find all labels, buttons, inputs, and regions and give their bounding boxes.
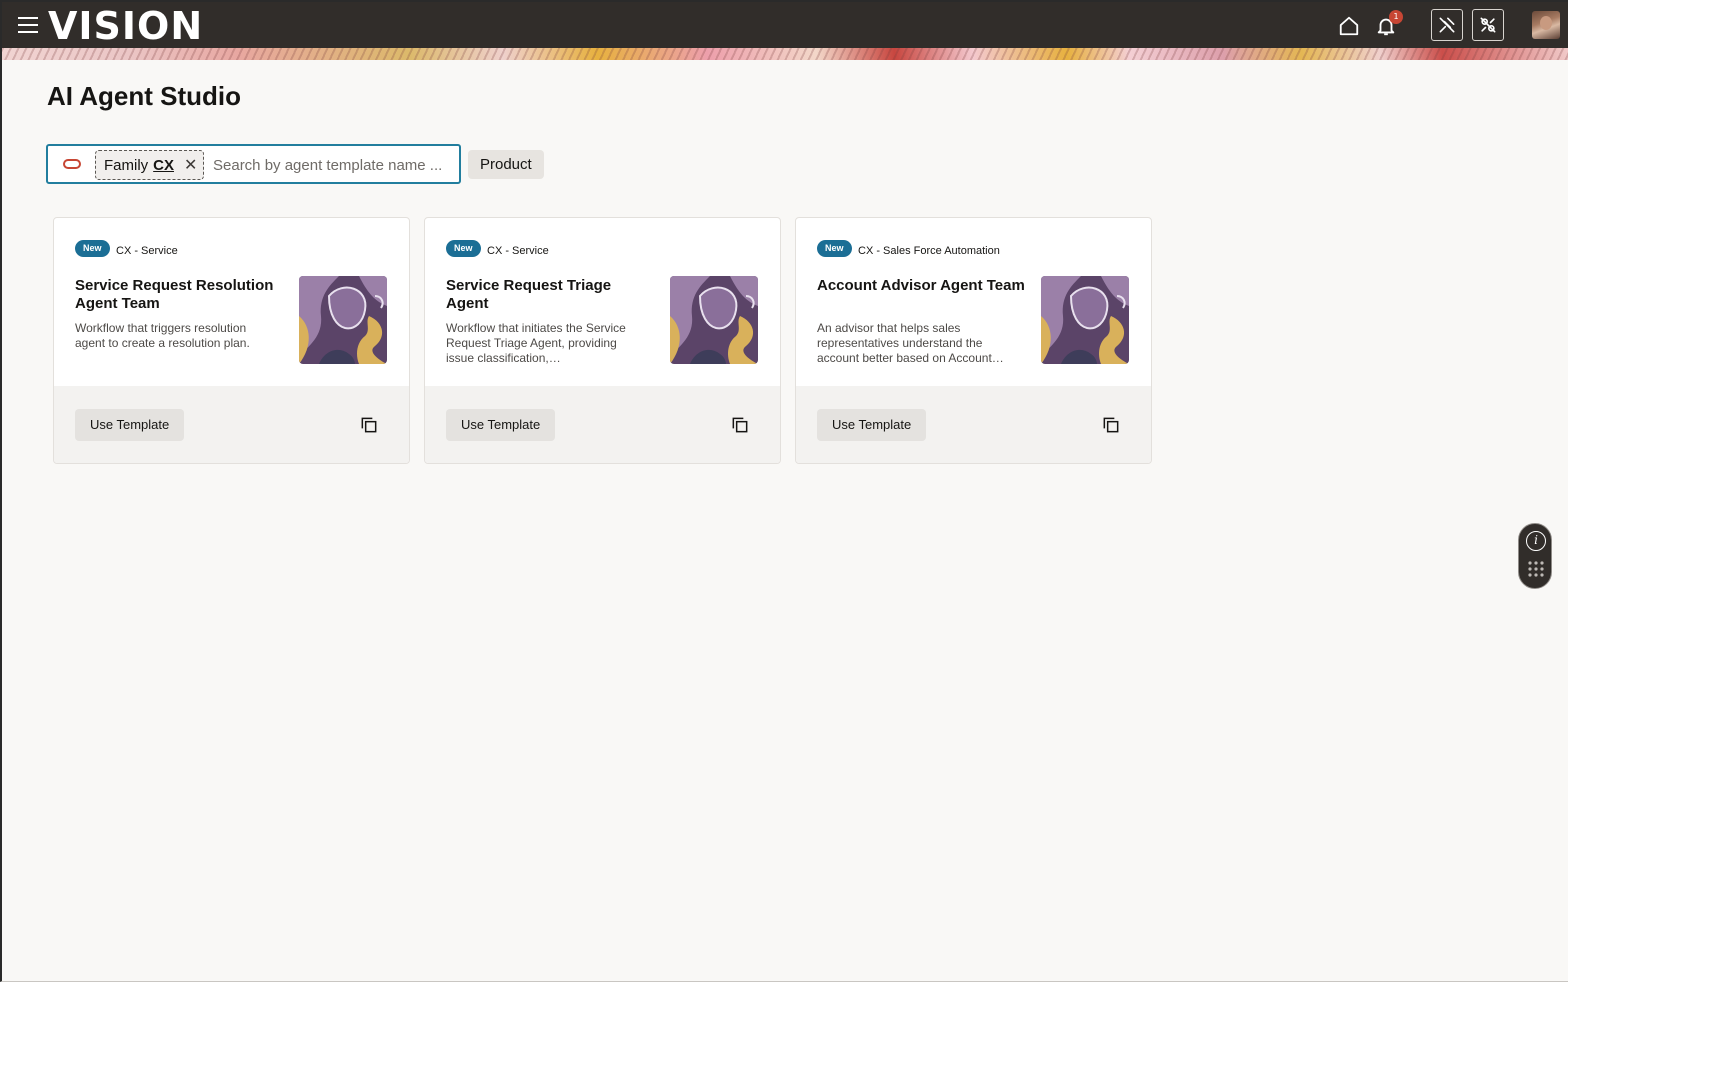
template-card[interactable]: New CX - Service Service Request Resolut… (53, 217, 410, 464)
template-card[interactable]: New CX - Sales Force Automation Account … (795, 217, 1152, 464)
card-category: CX - Service (116, 245, 178, 257)
card-category: CX - Service (487, 245, 549, 257)
filter-chip-value: CX (153, 156, 175, 174)
new-badge: New (446, 240, 481, 257)
app-window: VISION 1 AI Agent Studio Family CX ✕ Pro… (0, 0, 1568, 982)
copy-icon[interactable] (359, 415, 379, 435)
use-template-button[interactable]: Use Template (75, 409, 185, 441)
pin-off-icon[interactable] (1431, 9, 1463, 41)
use-template-button[interactable]: Use Template (817, 409, 927, 441)
product-filter-button[interactable]: Product (468, 150, 544, 179)
new-badge: New (75, 240, 110, 257)
card-title[interactable]: Account Advisor Agent Team (817, 277, 1027, 295)
card-title[interactable]: Service Request Triage Agent (446, 277, 656, 313)
card-description: An advisor that helps sales representati… (817, 321, 1004, 365)
help-widget[interactable]: i (1518, 523, 1552, 589)
info-icon[interactable]: i (1526, 531, 1546, 551)
close-icon[interactable]: ✕ (184, 155, 197, 175)
home-icon[interactable] (1334, 11, 1364, 41)
oracle-logo-icon (63, 159, 81, 169)
notification-count-badge: 1 (1389, 10, 1403, 24)
user-avatar[interactable] (1532, 11, 1560, 39)
card-description: Workflow that initiates the Service Requ… (446, 321, 626, 365)
vision-logo[interactable]: VISION (48, 4, 203, 48)
card-title[interactable]: Service Request Resolution Agent Team (75, 277, 285, 313)
agent-illustration (299, 276, 387, 364)
filter-chip-family[interactable]: Family CX ✕ (95, 150, 205, 180)
top-header: VISION 1 (2, 2, 1568, 48)
copy-icon[interactable] (1101, 415, 1121, 435)
agent-illustration (670, 276, 758, 364)
copy-icon[interactable] (730, 415, 750, 435)
hamburger-icon[interactable] (18, 17, 38, 33)
dots-grid-icon[interactable] (1528, 561, 1544, 577)
new-badge: New (817, 240, 852, 257)
decorative-banner (2, 48, 1568, 60)
bell-icon[interactable]: 1 (1371, 10, 1403, 41)
use-template-button[interactable]: Use Template (446, 409, 556, 441)
card-category: CX - Sales Force Automation (858, 245, 1000, 257)
search-bar[interactable]: Family CX ✕ (46, 144, 461, 184)
filter-chip-label: Family (104, 156, 149, 174)
page-title: AI Agent Studio (47, 81, 242, 111)
link-off-icon[interactable] (1472, 9, 1504, 41)
agent-illustration (1041, 276, 1129, 364)
search-input[interactable] (213, 154, 451, 176)
template-card[interactable]: New CX - Service Service Request Triage … (424, 217, 781, 464)
card-description: Workflow that triggers resolution agent … (75, 321, 250, 350)
